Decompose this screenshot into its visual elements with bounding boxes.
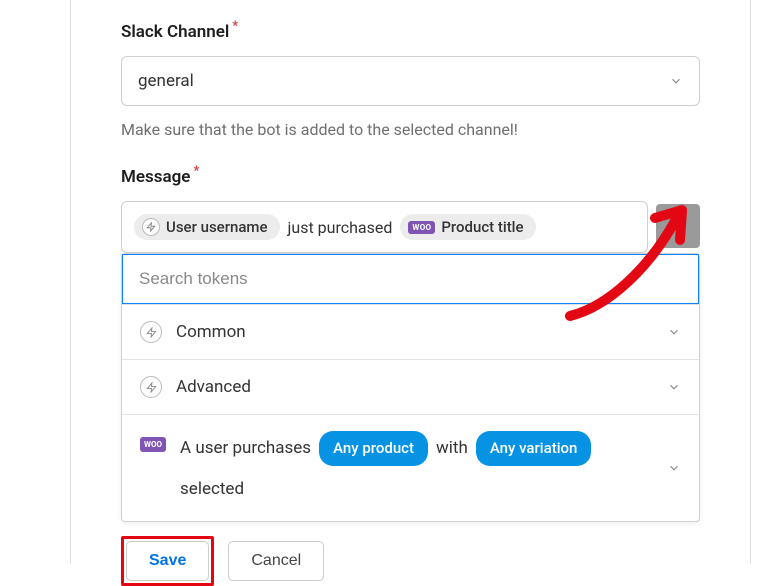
cancel-button[interactable]: Cancel (228, 541, 324, 581)
message-text: just purchased (286, 218, 395, 237)
bolt-icon (142, 218, 160, 236)
chevron-down-icon (667, 461, 681, 475)
chevron-down-icon (667, 380, 681, 394)
token-dropdown: Common Advanced WOO A user purchases (121, 253, 700, 522)
required-asterisk-icon: * (232, 19, 238, 34)
chevron-down-icon (667, 325, 681, 339)
message-label: Message * (121, 167, 700, 187)
slack-channel-value: general (138, 71, 194, 91)
chevron-down-icon (669, 74, 683, 88)
asterisk-icon: ✱ (669, 214, 687, 239)
woo-icon: WOO (140, 437, 166, 452)
pill-any-product[interactable]: Any product (319, 431, 428, 466)
pill-any-variation[interactable]: Any variation (476, 431, 592, 466)
bolt-icon (140, 376, 162, 398)
form-container: Slack Channel * general Make sure that t… (70, 0, 751, 564)
token-user-username[interactable]: User username (134, 214, 280, 240)
save-button[interactable]: Save (126, 541, 209, 581)
bolt-icon (140, 321, 162, 343)
save-highlight-annotation: Save (121, 536, 214, 586)
token-product-title[interactable]: WOO Product title (400, 214, 535, 240)
slack-channel-select[interactable]: general (121, 56, 700, 106)
search-tokens-input[interactable] (122, 254, 699, 304)
token-section-purchase[interactable]: WOO A user purchases Any product with An… (122, 415, 699, 521)
slack-channel-label: Slack Channel * (121, 22, 700, 42)
woo-icon: WOO (408, 221, 435, 234)
required-asterisk-icon: * (193, 164, 199, 179)
insert-token-button[interactable]: ✱ (656, 204, 700, 248)
message-input[interactable]: User username just purchased WOO Product… (121, 201, 648, 253)
token-section-common[interactable]: Common (122, 305, 699, 360)
token-section-advanced[interactable]: Advanced (122, 360, 699, 415)
slack-channel-helper: Make sure that the bot is added to the s… (121, 120, 700, 139)
